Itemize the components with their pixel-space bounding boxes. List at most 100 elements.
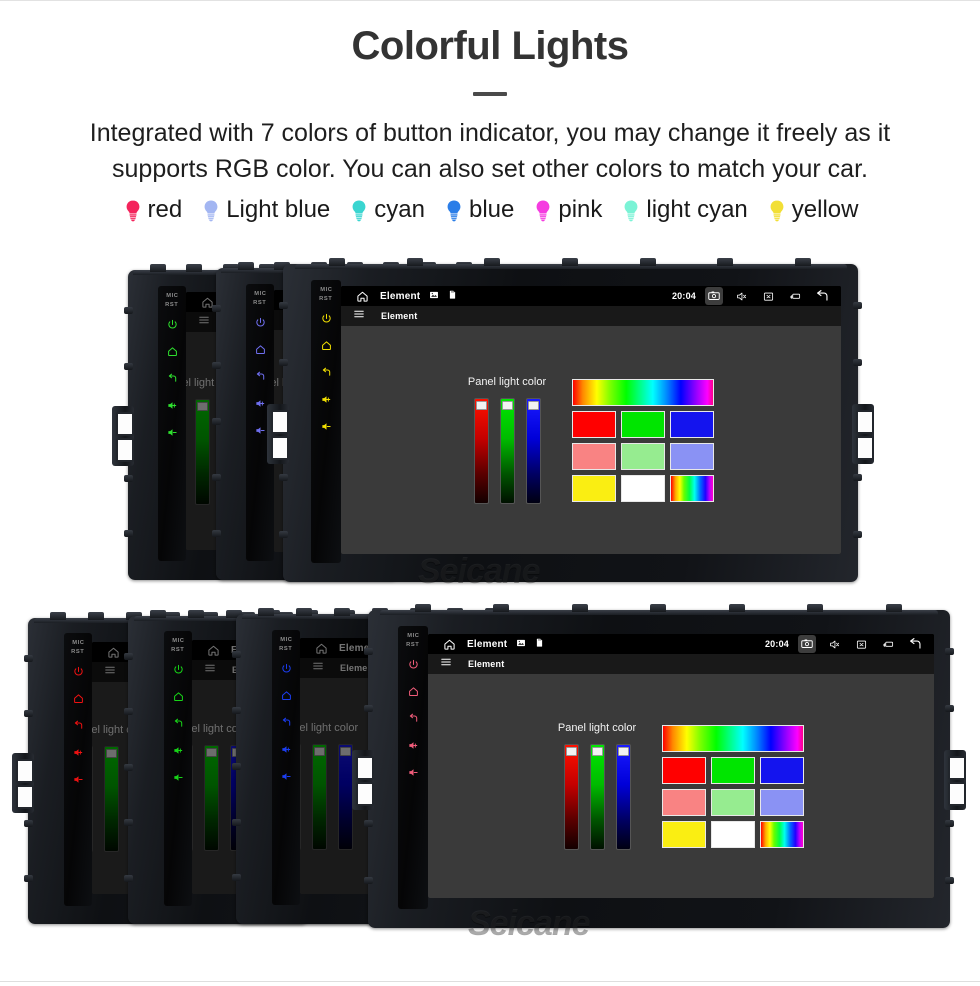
slider-thumb[interactable] [205, 748, 217, 757]
volume-down-button[interactable] [321, 419, 332, 437]
swatch-salmon[interactable] [572, 442, 617, 470]
back-button[interactable] [173, 716, 184, 734]
power-button[interactable] [321, 311, 332, 329]
red-slider[interactable] [192, 745, 193, 851]
swatch-mint[interactable] [711, 788, 756, 816]
back-button[interactable] [321, 365, 332, 383]
volume-down-button[interactable] [255, 423, 266, 441]
swatch-green[interactable] [621, 410, 666, 438]
red-slider[interactable] [92, 746, 93, 852]
power-button[interactable] [173, 662, 184, 680]
power-button[interactable] [73, 664, 84, 682]
green-slider[interactable] [203, 745, 219, 851]
power-button[interactable] [255, 315, 266, 333]
swatch-white[interactable] [621, 474, 666, 502]
slider-thumb[interactable] [591, 747, 603, 756]
volume-up-button[interactable] [173, 743, 184, 761]
slider-thumb[interactable] [196, 402, 208, 411]
volume-up-button[interactable] [321, 392, 332, 410]
back-arrow-icon[interactable] [813, 287, 831, 305]
volume-up-button[interactable] [73, 745, 84, 763]
volume-down-button[interactable] [281, 769, 292, 787]
power-button[interactable] [281, 661, 292, 679]
slider-thumb[interactable] [501, 401, 513, 410]
hamburger-menu-icon[interactable] [198, 313, 210, 331]
back-button[interactable] [73, 718, 84, 736]
home-button[interactable] [255, 342, 266, 360]
blue-slider[interactable] [525, 398, 541, 504]
home-button[interactable] [173, 689, 184, 707]
hamburger-menu-icon[interactable] [204, 661, 216, 679]
volume-down-button[interactable] [73, 772, 84, 790]
home-button[interactable] [73, 691, 84, 709]
slider-thumb[interactable] [617, 747, 629, 756]
home-button[interactable] [321, 338, 332, 356]
swatch-red[interactable] [572, 410, 617, 438]
hue-strip[interactable] [572, 378, 715, 406]
volume-up-button[interactable] [255, 396, 266, 414]
swatch-green[interactable] [711, 756, 756, 784]
swatch-rainbow[interactable] [670, 474, 715, 502]
close-box-icon[interactable] [852, 635, 870, 653]
red-slider[interactable] [300, 744, 301, 850]
home-button[interactable] [408, 684, 419, 702]
slider-thumb[interactable] [475, 401, 487, 410]
slider-thumb[interactable] [527, 401, 539, 410]
volume-down-button[interactable] [167, 425, 178, 443]
recents-icon[interactable] [786, 287, 804, 305]
swatch-periwinkle[interactable] [670, 442, 715, 470]
back-arrow-icon[interactable] [906, 635, 924, 653]
home-icon[interactable] [440, 635, 458, 653]
volume-up-button[interactable] [281, 742, 292, 760]
back-button[interactable] [167, 371, 178, 389]
slider-thumb[interactable] [105, 749, 117, 758]
swatch-mint[interactable] [621, 442, 666, 470]
back-button[interactable] [255, 369, 266, 387]
camera-icon[interactable] [798, 635, 816, 653]
back-button[interactable] [281, 715, 292, 733]
home-button[interactable] [167, 344, 178, 362]
swatch-red[interactable] [662, 756, 707, 784]
home-icon[interactable] [312, 639, 330, 657]
volume-down-button[interactable] [173, 770, 184, 788]
green-slider[interactable] [103, 746, 119, 852]
back-button[interactable] [408, 711, 419, 729]
red-slider[interactable] [563, 744, 579, 850]
blue-slider[interactable] [337, 744, 353, 850]
green-slider[interactable] [194, 399, 210, 505]
blue-slider[interactable] [615, 744, 631, 850]
hamburger-menu-icon[interactable] [312, 659, 324, 677]
power-button[interactable] [408, 657, 419, 675]
green-slider[interactable] [589, 744, 605, 850]
home-button[interactable] [281, 688, 292, 706]
mute-speaker-icon[interactable] [825, 635, 843, 653]
camera-icon[interactable] [705, 287, 723, 305]
swatch-periwinkle[interactable] [760, 788, 805, 816]
home-icon[interactable] [104, 643, 122, 661]
swatch-rainbow[interactable] [760, 820, 805, 848]
recents-icon[interactable] [879, 635, 897, 653]
mute-speaker-icon[interactable] [732, 287, 750, 305]
power-button[interactable] [167, 317, 178, 335]
red-slider[interactable] [473, 398, 489, 504]
slider-thumb[interactable] [565, 747, 577, 756]
volume-down-button[interactable] [408, 765, 419, 783]
hamburger-menu-icon[interactable] [104, 663, 116, 681]
touchscreen[interactable]: Element 20:04 Element Panel light color [341, 286, 841, 554]
volume-up-button[interactable] [167, 398, 178, 416]
green-slider[interactable] [499, 398, 515, 504]
volume-up-button[interactable] [408, 738, 419, 756]
slider-thumb[interactable] [313, 747, 325, 756]
swatch-yellow[interactable] [662, 820, 707, 848]
swatch-salmon[interactable] [662, 788, 707, 816]
slider-thumb[interactable] [339, 747, 351, 756]
swatch-blue[interactable] [670, 410, 715, 438]
hamburger-menu-icon[interactable] [353, 307, 365, 325]
home-icon[interactable] [204, 641, 222, 659]
swatch-blue[interactable] [760, 756, 805, 784]
green-slider[interactable] [311, 744, 327, 850]
swatch-white[interactable] [711, 820, 756, 848]
touchscreen[interactable]: Element 20:04 Element Panel light color [428, 634, 934, 898]
home-icon[interactable] [353, 287, 371, 305]
hamburger-menu-icon[interactable] [440, 655, 452, 673]
